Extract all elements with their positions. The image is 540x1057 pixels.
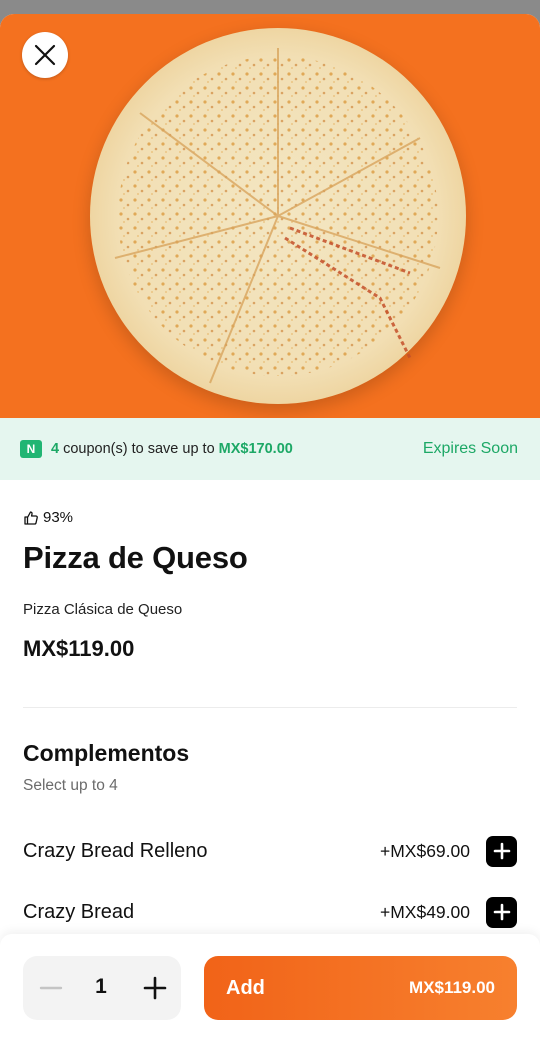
quantity-stepper: 1 bbox=[23, 956, 181, 1020]
addon-item[interactable]: Crazy Bread Relleno +MX$69.00 bbox=[23, 833, 517, 869]
addons-title: Complementos bbox=[23, 740, 190, 766]
coupon-text-mid: coupon(s) to save up to bbox=[59, 441, 219, 457]
add-to-cart-button[interactable]: Add MX$119.00 bbox=[204, 956, 517, 1020]
decrease-quantity-button[interactable] bbox=[36, 973, 66, 1003]
addon-name: Crazy Bread Relleno bbox=[23, 839, 208, 862]
add-addon-button[interactable] bbox=[486, 896, 517, 928]
add-button-label: Add bbox=[226, 976, 265, 999]
divider bbox=[23, 707, 517, 708]
bottom-action-bar: 1 Add MX$119.00 bbox=[0, 934, 540, 1057]
addon-name: Crazy Bread bbox=[23, 900, 135, 923]
plus-icon bbox=[493, 903, 510, 921]
rating-value: 93% bbox=[43, 509, 74, 526]
coupon-expires: Expires Soon bbox=[422, 440, 518, 457]
add-button-price: MX$119.00 bbox=[408, 978, 495, 997]
coupon-ticket-icon: N bbox=[20, 440, 42, 458]
plus-icon bbox=[493, 842, 510, 860]
addon-price: +MX$69.00 bbox=[380, 840, 470, 861]
close-button[interactable] bbox=[22, 32, 68, 78]
minus-icon bbox=[39, 986, 63, 990]
plus-icon bbox=[143, 976, 167, 1000]
coupon-banner[interactable]: N 4 coupon(s) to save up to MX$170.00 Ex… bbox=[0, 418, 540, 480]
close-icon bbox=[34, 44, 56, 66]
product-sheet: N 4 coupon(s) to save up to MX$170.00 Ex… bbox=[0, 14, 540, 1057]
product-price: MX$119.00 bbox=[23, 636, 135, 661]
product-title: Pizza de Queso bbox=[23, 540, 248, 575]
pizza-graphic bbox=[114, 48, 441, 384]
quantity-value: 1 bbox=[95, 975, 107, 998]
addon-item[interactable]: Crazy Bread +MX$49.00 bbox=[23, 894, 517, 930]
coupon-count: 4 bbox=[51, 441, 60, 457]
coupon-text: 4 coupon(s) to save up to MX$170.00 bbox=[51, 441, 293, 457]
addon-price: +MX$49.00 bbox=[380, 901, 470, 922]
thumbs-up-icon bbox=[24, 510, 38, 525]
add-addon-button[interactable] bbox=[486, 835, 517, 867]
pizza-image bbox=[90, 28, 466, 404]
addons-subtitle: Select up to 4 bbox=[23, 777, 118, 794]
product-hero-image bbox=[0, 14, 540, 418]
increase-quantity-button[interactable] bbox=[140, 973, 170, 1003]
product-description: Pizza Clásica de Queso bbox=[23, 601, 183, 618]
coupon-amount: MX$170.00 bbox=[218, 441, 293, 457]
rating: 93% bbox=[23, 509, 73, 526]
